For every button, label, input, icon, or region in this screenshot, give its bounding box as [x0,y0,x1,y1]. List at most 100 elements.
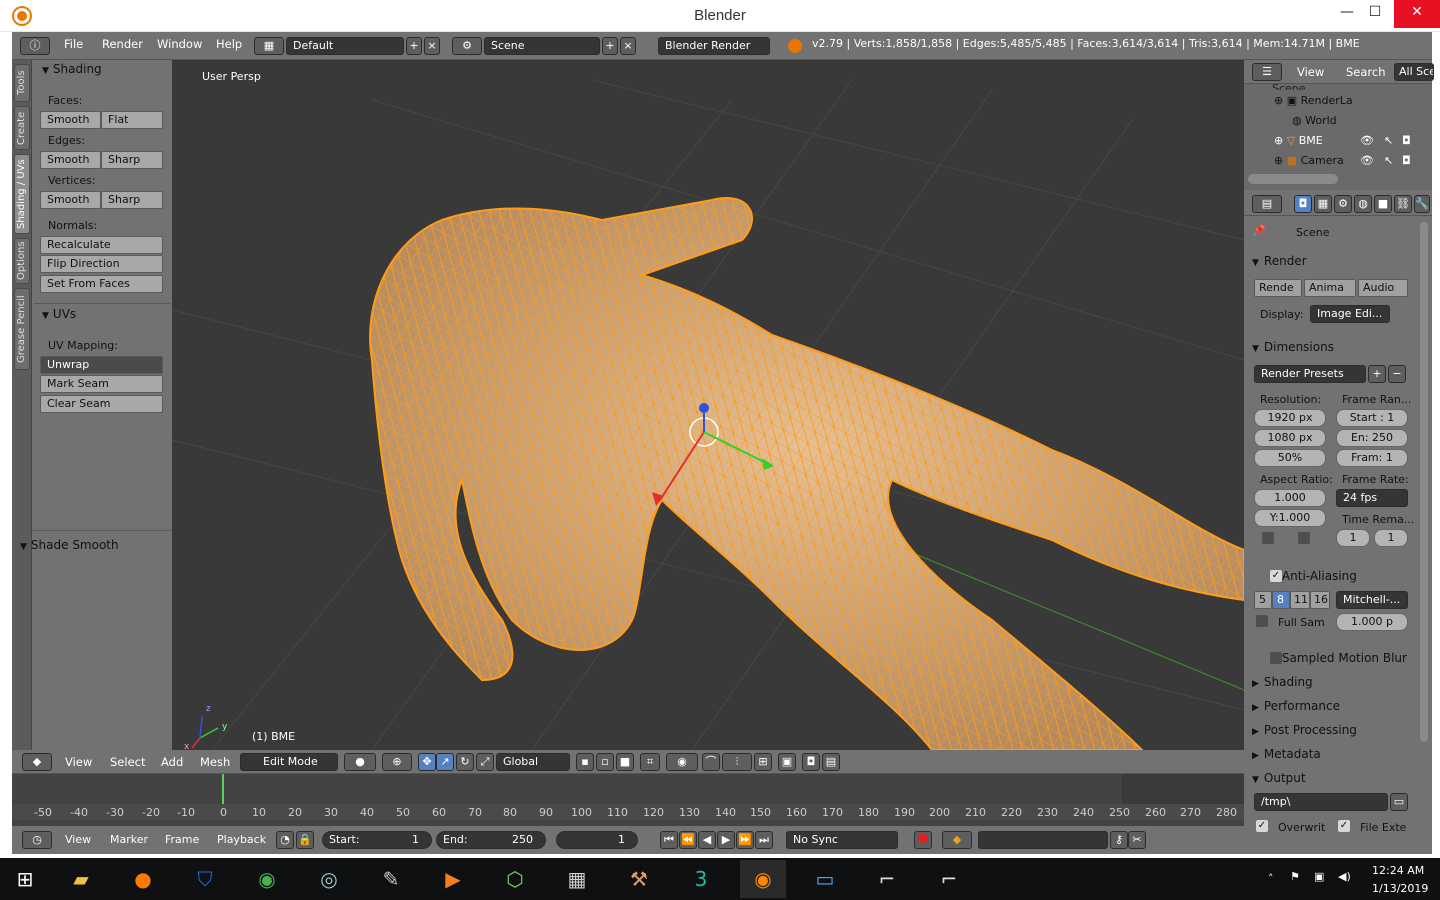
outliner-scene-item[interactable]: Scene [1272,82,1306,90]
crop-checkbox[interactable] [1298,532,1310,544]
jump-key-forward-icon[interactable]: ⏩ [736,831,754,849]
render-preview-icon[interactable]: ▣ [778,753,796,771]
menu-window[interactable]: Window [157,37,202,51]
start-frame-field[interactable]: Start: 1 [322,831,432,849]
renderable-camera-icon[interactable]: ◘ [1402,154,1411,167]
frame-rate-dropdown[interactable]: 24 fps [1336,489,1408,507]
play-reverse-icon[interactable]: ◀ [698,831,716,849]
blender-taskbar-icon[interactable]: ◉ [740,860,786,898]
frame-start-field[interactable]: Start : 1 [1336,409,1408,427]
manipulator-icon[interactable]: ✥ [418,753,436,771]
menu-help[interactable]: Help [216,37,242,51]
tray-chevron-icon[interactable]: ˄ [1268,872,1274,885]
faces-flat-button[interactable]: Flat [101,111,163,129]
render-section-header[interactable]: Render [1252,254,1408,268]
border-checkbox[interactable] [1262,532,1274,544]
audio-button[interactable]: Audio [1358,279,1408,297]
anti-aliasing-checkbox[interactable]: ✓ [1270,570,1282,582]
render-engine-dropdown[interactable]: Blender Render [658,37,770,55]
remove-layout-icon[interactable]: × [424,37,440,55]
selectable-arrow-icon[interactable]: ↖ [1384,154,1393,167]
selectable-arrow-icon[interactable]: ↖ [1384,134,1393,147]
uvs-header[interactable]: UVs [42,307,76,321]
scene-icon[interactable]: ⚙ [452,37,482,55]
model-viewer-icon[interactable]: ⌐ [864,860,910,898]
shading-header[interactable]: Shading [42,62,102,76]
motion-blur-checkbox[interactable] [1270,652,1282,664]
start-button-icon[interactable]: ⊞ [2,860,48,898]
timeline[interactable]: -50 -40 -30 -20 -10 0 10 20 30 40 50 60 … [12,774,1244,834]
outliner-filter-dropdown[interactable]: All Sce [1394,63,1434,81]
outliner-camera-item[interactable]: ⊕ ■ Camera [1274,154,1344,167]
mark-seam-button[interactable]: Mark Seam [40,375,163,393]
snap-target-icon[interactable]: ⊞ [754,753,772,771]
3ds-max-icon[interactable]: 3 [678,860,724,898]
shading-section-header[interactable]: Shading [1252,675,1408,689]
aa-samples-8[interactable]: 8 [1272,591,1290,609]
outliner-editor-icon[interactable]: ☰ [1252,63,1282,81]
visibility-eye-icon[interactable]: 👁 [1360,134,1374,147]
operator-header[interactable]: Shade Smooth [20,538,119,552]
remap-old-field[interactable]: 1 [1336,529,1370,547]
menu-render[interactable]: Render [102,37,143,51]
proportional-edit-icon[interactable]: ◉ [666,753,698,771]
folder-browse-icon[interactable]: ▭ [1390,793,1408,811]
timeline-menu-playback[interactable]: Playback [217,833,266,846]
visibility-eye-icon[interactable]: 👁 [1360,154,1374,167]
meeting-app-icon[interactable]: ▭ [802,860,848,898]
keying-set-icon[interactable]: ◆ [942,831,972,849]
layout-field[interactable]: Default [286,37,404,55]
scale-icon[interactable]: ⤢ [476,753,494,771]
constraints-tab-icon[interactable]: ⛓ [1394,195,1412,213]
resolution-x-field[interactable]: 1920 px [1254,409,1326,427]
clear-seam-button[interactable]: Clear Seam [40,395,163,413]
mode-dropdown[interactable]: Edit Mode [240,753,338,771]
tab-tools[interactable]: Tools [14,64,30,102]
file-extensions-checkbox[interactable]: ✓ [1338,820,1350,832]
menu-file[interactable]: File [64,37,83,51]
add-preset-icon[interactable]: + [1368,365,1386,383]
tray-flag-icon[interactable]: ⚑ [1290,870,1300,883]
insert-keyframe-icon[interactable]: ⚷ [1110,831,1128,849]
camera-render-icon[interactable]: ◘ [802,753,820,771]
jump-key-back-icon[interactable]: ⏪ [679,831,697,849]
record-icon[interactable] [914,831,932,849]
editor-type-icon[interactable]: ◆ [22,753,52,771]
outliner-menu-search[interactable]: Search [1346,65,1386,79]
camera-app-icon[interactable]: ◎ [306,860,352,898]
preview-range-icon[interactable]: ◔ [276,831,294,849]
world-tab-icon[interactable]: ◍ [1354,195,1372,213]
aa-samples-5[interactable]: 5 [1254,591,1272,609]
menu-mesh[interactable]: Mesh [200,755,230,769]
tray-volume-icon[interactable]: ◀) [1338,870,1351,883]
modifiers-tab-icon[interactable]: 🔧 [1414,195,1430,213]
edges-smooth-button[interactable]: Smooth [40,151,101,169]
model-viewer-2-icon[interactable]: ⌐ [926,860,972,898]
viewport-shading-icon[interactable]: ● [344,753,376,771]
timeline-menu-marker[interactable]: Marker [110,833,148,846]
3d-viewport[interactable]: User Persp (1) BME y z x [172,60,1244,750]
clock-time[interactable]: 12:24 AM [1372,864,1424,877]
vertex-select-icon[interactable]: ▪ [576,753,594,771]
keying-set-field[interactable] [978,831,1108,849]
flip-direction-button[interactable]: Flip Direction [40,255,163,273]
aa-samples-16[interactable]: 16 [1310,591,1330,609]
orientation-dropdown[interactable]: Global [496,753,570,771]
current-frame-field[interactable]: 1 [556,831,638,849]
animation-render-icon[interactable]: ▤ [822,753,840,771]
media-player-icon[interactable]: ▶ [430,860,476,898]
pin-icon[interactable]: 📌 [1252,224,1266,237]
edges-sharp-button[interactable]: Sharp [101,151,163,169]
aspect-y-field[interactable]: Y:1.000 [1254,509,1326,527]
overwrite-checkbox[interactable]: ✓ [1256,820,1268,832]
display-dropdown[interactable]: Image Edi... [1310,305,1390,323]
outliner-world-item[interactable]: ◍ World [1292,114,1337,127]
aa-samples-11[interactable]: 11 [1290,591,1310,609]
scene-field[interactable]: Scene [484,37,600,55]
jump-end-icon[interactable]: ⏭ [755,831,773,849]
mesh-body[interactable] [369,197,1244,750]
resolution-y-field[interactable]: 1080 px [1254,429,1326,447]
properties-scrollbar[interactable] [1420,222,1428,742]
frame-step-field[interactable]: Fram: 1 [1336,449,1408,467]
dimensions-section-header[interactable]: Dimensions [1252,340,1408,354]
